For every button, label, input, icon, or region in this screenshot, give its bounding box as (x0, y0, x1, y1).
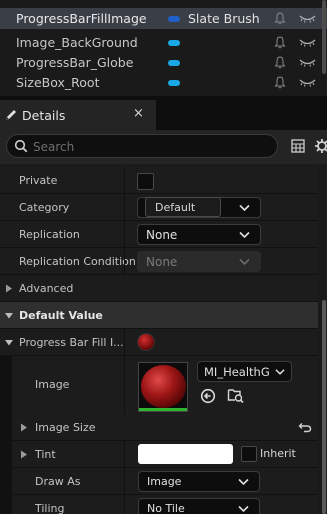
replication-dropdown[interactable]: None (137, 224, 261, 245)
pencil-icon (6, 110, 16, 120)
eye-closed-icon[interactable] (299, 58, 316, 67)
eye-closed-icon[interactable] (299, 78, 316, 87)
property-row-image-size[interactable]: Image Size (12, 414, 318, 441)
column-divider[interactable] (124, 329, 125, 355)
dropdown-value: No Tile (147, 502, 185, 514)
chevron-down-icon (275, 369, 285, 375)
property-row-fill-image[interactable]: Progress Bar Fill I... (0, 329, 318, 356)
item-name: Image_BackGround (16, 35, 138, 50)
eye-closed-icon[interactable] (299, 38, 316, 47)
image-thumbnail[interactable] (138, 362, 188, 412)
eye-closed-icon[interactable] (299, 14, 316, 23)
bell-icon[interactable] (274, 12, 286, 25)
caret-right-icon (21, 423, 27, 432)
details-toolbar (0, 130, 327, 164)
hierarchy-list: ProgressBarFillImage Slate Brush Image_B… (0, 0, 327, 96)
image-asset-dropdown[interactable]: MI_HealthGl (197, 361, 292, 382)
bell-icon[interactable] (274, 56, 286, 69)
column-divider[interactable] (124, 495, 125, 514)
scrollbar[interactable] (322, 0, 326, 74)
bell-icon[interactable] (274, 76, 286, 89)
variable-pill-icon (168, 60, 180, 66)
chevron-down-icon (239, 231, 250, 239)
property-label: Category (19, 201, 70, 214)
list-item[interactable]: ProgressBar_Globe (0, 52, 327, 73)
indent-guide (0, 356, 12, 514)
use-selected-asset-icon[interactable] (200, 388, 216, 404)
default-value-section[interactable]: Default Value (0, 302, 318, 329)
item-name: SizeBox_Root (16, 75, 100, 90)
caret-down-icon (5, 313, 13, 319)
inherit-checkbox[interactable] (241, 446, 257, 462)
item-name: ProgressBarFillImage (16, 11, 147, 26)
item-name: ProgressBar_Globe (16, 55, 134, 70)
reset-to-default-icon[interactable] (298, 421, 312, 433)
section-label: Default Value (19, 309, 103, 322)
dropdown-value: Image (147, 475, 182, 488)
bell-icon[interactable] (274, 36, 286, 49)
section-label: Advanced (19, 282, 74, 295)
caret-right-icon (6, 284, 12, 293)
property-label: Replication Condition (19, 255, 136, 268)
inherit-label: Inherit (260, 447, 296, 460)
property-label: Image (35, 378, 70, 391)
property-label: Draw As (35, 475, 81, 488)
column-divider[interactable] (124, 468, 125, 494)
search-icon (14, 139, 28, 153)
dropdown-value: None (146, 228, 178, 242)
chevron-down-icon (239, 204, 250, 212)
scrollbar[interactable] (322, 300, 326, 514)
replication-condition-dropdown: None (137, 251, 261, 272)
column-divider[interactable] (124, 167, 125, 193)
close-icon[interactable]: × (133, 106, 144, 121)
browse-folder-icon[interactable] (227, 387, 244, 404)
caret-right-icon (21, 450, 27, 459)
list-item[interactable]: Image_BackGround (0, 32, 327, 53)
private-checkbox[interactable] (137, 173, 154, 190)
caret-down-icon (5, 340, 13, 346)
draw-as-dropdown[interactable]: Image (138, 471, 260, 492)
category-tooltip: Default (145, 197, 221, 217)
chevron-down-icon (238, 505, 249, 513)
dropdown-value: None (146, 255, 178, 269)
column-divider[interactable] (124, 356, 125, 415)
property-label: Progress Bar Fill I... (19, 336, 124, 349)
column-divider[interactable] (124, 441, 125, 467)
asset-type-bar (139, 408, 187, 411)
item-type: Slate Brush (188, 11, 260, 26)
tiling-dropdown[interactable]: No Tile (138, 498, 260, 514)
property-label: Tiling (35, 502, 65, 514)
tab-details[interactable]: Details × (0, 100, 156, 130)
tab-label: Details (22, 108, 66, 123)
gear-icon[interactable] (314, 138, 327, 154)
variable-pill-icon (168, 80, 180, 86)
chevron-down-icon (239, 258, 250, 266)
property-row-private: Private (0, 167, 318, 194)
column-divider[interactable] (124, 194, 125, 220)
property-label: Replication (19, 228, 80, 241)
chevron-down-icon (238, 478, 249, 486)
advanced-section[interactable]: Advanced (0, 275, 318, 302)
thumbnail-image (141, 365, 186, 408)
variable-pill-icon (168, 40, 180, 46)
column-divider[interactable] (124, 248, 125, 274)
search-input[interactable] (33, 138, 263, 155)
asset-name: MI_HealthGl (204, 365, 270, 379)
list-item[interactable]: ProgressBarFillImage Slate Brush (0, 8, 327, 29)
fill-image-preview (137, 333, 155, 351)
search-box[interactable] (6, 134, 278, 158)
property-label: Private (19, 174, 58, 187)
column-divider[interactable] (124, 221, 125, 247)
property-label: Image Size (35, 421, 96, 434)
tint-color-swatch[interactable] (138, 444, 233, 464)
property-label: Tint (35, 448, 56, 461)
variable-pill-icon (168, 16, 180, 22)
tab-bar: Details × (0, 96, 327, 130)
list-item[interactable]: SizeBox_Root (0, 72, 327, 93)
tooltip-text: Default (155, 201, 196, 214)
table-view-icon[interactable] (291, 139, 305, 153)
